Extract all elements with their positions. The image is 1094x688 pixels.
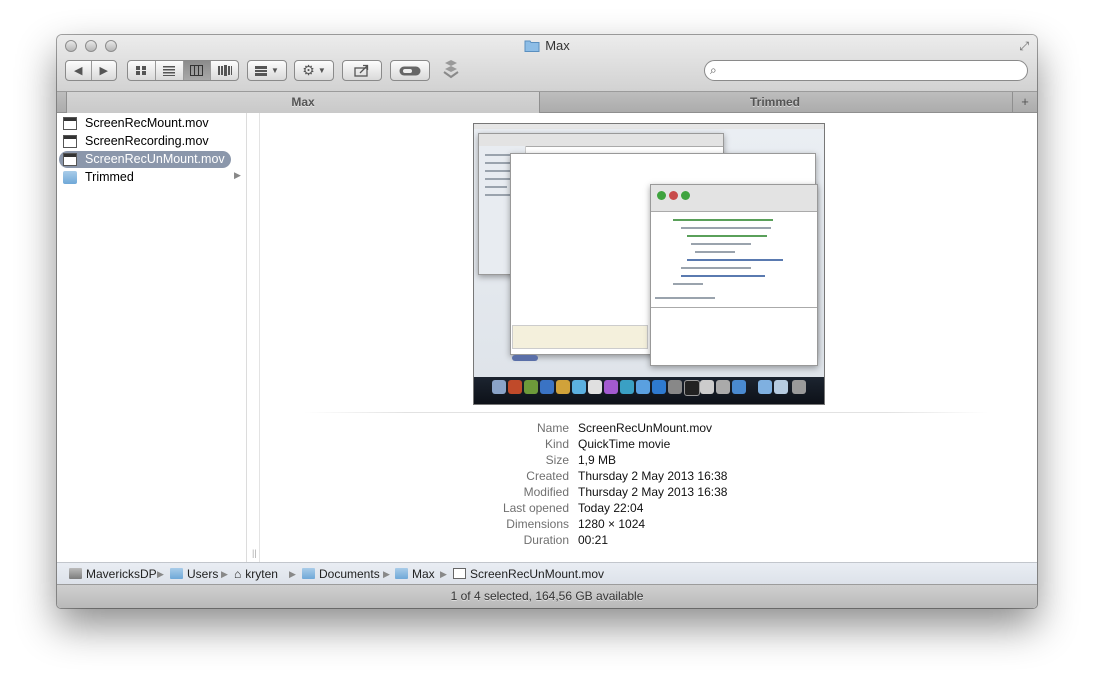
search-input[interactable]: [725, 63, 1024, 80]
info-label: Kind: [544, 437, 569, 451]
coverflow-view-icon[interactable]: [211, 61, 238, 80]
folder-icon: [63, 171, 77, 184]
home-icon: ⌂: [234, 567, 242, 581]
tab-bar: Max Trimmed +: [57, 91, 1037, 113]
path-item-documents[interactable]: Documents: [302, 566, 380, 582]
file-name: ScreenRecMount.mov: [85, 116, 209, 130]
info-label: Size: [545, 453, 569, 467]
view-mode-control: [127, 60, 239, 81]
path-item-users[interactable]: Users: [170, 566, 218, 582]
movie-file-icon: [63, 153, 77, 166]
path-separator-icon: ▶: [221, 569, 228, 579]
folder-name: Trimmed: [85, 170, 134, 184]
arrange-grid-icon: [255, 65, 268, 76]
file-preview-thumbnail: [473, 123, 825, 405]
arrange-button[interactable]: ▼: [247, 60, 287, 81]
path-label: MavericksDP: [86, 567, 157, 581]
path-label: Documents: [319, 567, 380, 581]
fullscreen-icon[interactable]: ⤢: [1019, 39, 1029, 54]
documents-folder-icon: [302, 568, 315, 579]
info-value: 1280 × 1024: [578, 517, 646, 531]
info-value: 00:21: [578, 533, 609, 547]
window-toolbar: Max ⤢ ◀ ▶ ▼ ⚙ ▼ ⌕: [57, 35, 1037, 91]
window-title: Max: [57, 38, 1037, 53]
path-bar: MavericksDP ▶ Users ▶ ⌂ kryten ▶ Document…: [57, 562, 1037, 584]
path-item-file[interactable]: ScreenRecUnMount.mov: [453, 566, 604, 582]
info-value: QuickTime movie: [578, 437, 671, 451]
gear-icon: ⚙: [302, 62, 315, 78]
list-item-selected[interactable]: ScreenRecUnMount.mov: [59, 151, 231, 168]
hard-disk-icon: [69, 568, 82, 579]
list-item[interactable]: Trimmed: [59, 169, 235, 186]
list-item[interactable]: ScreenRecording.mov: [59, 133, 235, 150]
add-tab-button[interactable]: +: [1012, 92, 1037, 113]
disclosure-arrow-icon[interactable]: ▶: [234, 170, 241, 181]
icon-view-icon[interactable]: [128, 61, 156, 80]
info-value: 1,9 MB: [578, 453, 617, 467]
chevron-down-icon: ▼: [317, 66, 326, 75]
movie-file-icon: [63, 135, 77, 148]
tag-toggle-icon: [399, 66, 421, 75]
list-view-icon[interactable]: [156, 61, 184, 80]
file-name: ScreenRecUnMount.mov: [85, 152, 225, 166]
share-icon: [354, 64, 369, 77]
info-label: Modified: [523, 485, 569, 499]
info-label: Last opened: [502, 501, 569, 515]
info-label: Dimensions: [506, 517, 569, 531]
path-item-kryten[interactable]: ⌂ kryten: [234, 566, 278, 582]
info-value: Thursday 2 May 2013 16:38: [578, 485, 728, 499]
list-item[interactable]: ScreenRecMount.mov: [59, 115, 235, 132]
folder-icon: [395, 568, 408, 579]
edit-tags-button[interactable]: [390, 60, 430, 81]
column-resize-handle[interactable]: ||: [252, 548, 257, 558]
chevron-down-icon: ▼: [271, 66, 279, 75]
status-bar: 1 of 4 selected, 164,56 GB available: [57, 584, 1037, 608]
tab-label: Trimmed: [749, 95, 800, 109]
forward-arrow-icon[interactable]: ▶: [92, 61, 117, 80]
search-icon: ⌕: [710, 63, 717, 77]
path-label: Max: [412, 567, 435, 581]
info-value: Thursday 2 May 2013 16:38: [578, 469, 728, 483]
info-label: Duration: [523, 533, 569, 547]
info-label: Created: [526, 469, 569, 483]
path-separator-icon: ▶: [440, 569, 447, 579]
info-label: Name: [536, 421, 569, 435]
path-label: ScreenRecUnMount.mov: [470, 567, 605, 581]
path-separator-icon: ▶: [289, 569, 296, 579]
movie-file-icon: [63, 117, 77, 130]
path-item-mavericksdp[interactable]: MavericksDP: [69, 566, 157, 582]
tab-trimmed[interactable]: Trimmed: [539, 92, 1011, 113]
tab-max[interactable]: Max: [66, 92, 540, 113]
path-label: Users: [187, 567, 219, 581]
movie-file-icon: [453, 568, 466, 579]
column-view-icon[interactable]: [183, 61, 212, 80]
preview-divider: [304, 412, 989, 413]
path-item-max[interactable]: Max: [395, 566, 435, 582]
window-title-text: Max: [545, 38, 570, 53]
back-forward-control: ◀ ▶: [65, 60, 117, 81]
search-field[interactable]: ⌕: [704, 60, 1028, 81]
action-button[interactable]: ⚙ ▼: [294, 60, 334, 81]
back-arrow-icon[interactable]: ◀: [66, 61, 92, 80]
path-separator-icon: ▶: [383, 569, 390, 579]
path-separator-icon: ▶: [157, 569, 164, 579]
tab-label: Max: [291, 95, 315, 109]
folder-icon: [524, 40, 540, 52]
path-label: kryten: [245, 567, 278, 581]
status-text: 1 of 4 selected, 164,56 GB available: [450, 589, 644, 603]
file-name: ScreenRecording.mov: [85, 134, 209, 148]
info-value: Today 22:04: [578, 501, 644, 515]
column-divider[interactable]: [247, 113, 260, 562]
share-button[interactable]: [342, 60, 382, 81]
info-value: ScreenRecUnMount.mov: [578, 421, 713, 435]
browser-column: ScreenRecMount.mov ScreenRecording.mov S…: [57, 113, 247, 562]
finder-window: Max ⤢ ◀ ▶ ▼ ⚙ ▼ ⌕ Max Trimmed + ScreenRe…: [57, 35, 1037, 608]
dropbox-icon[interactable]: [440, 59, 462, 81]
folder-icon: [170, 568, 183, 579]
